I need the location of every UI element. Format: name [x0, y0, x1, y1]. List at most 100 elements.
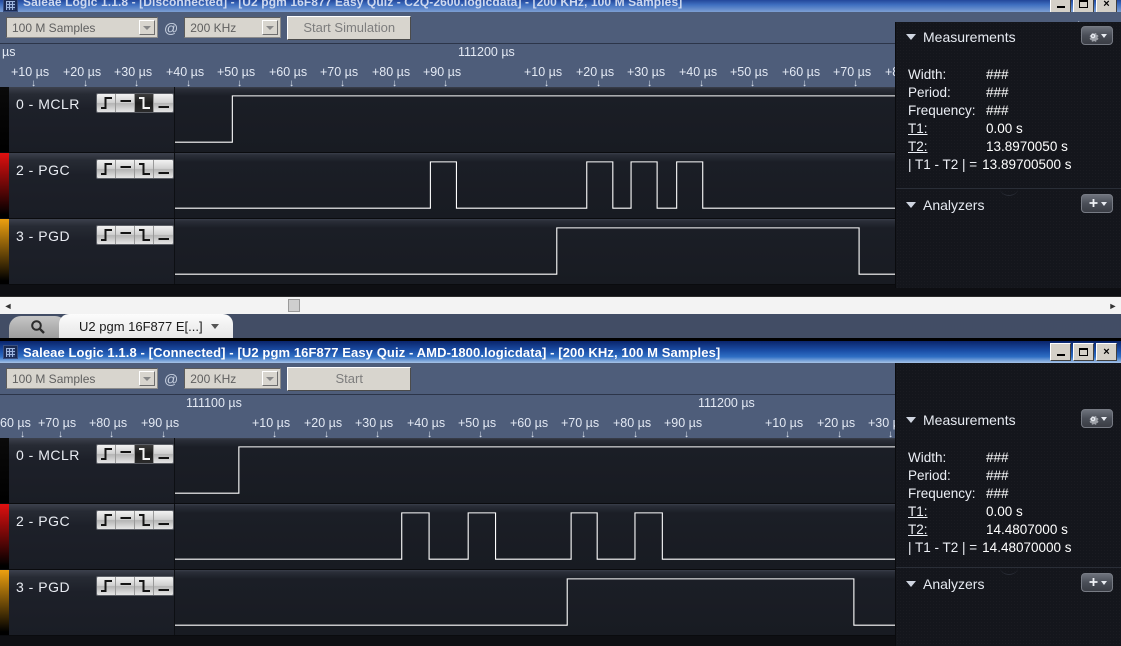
- chevron-down-icon[interactable]: [262, 20, 279, 35]
- trigger-rise-icon: [100, 163, 112, 175]
- window1-horizontal-scrollbar[interactable]: ◄ ►: [0, 296, 1121, 314]
- window1-titlebar[interactable]: Saleae Logic 1.1.8 - [Disconnected] - [U…: [0, 0, 1121, 13]
- analyzers-title: Analyzers: [923, 576, 985, 592]
- trigger-high-button[interactable]: [116, 445, 135, 463]
- ruler-tick-icon: ↓: [392, 78, 397, 87]
- chevron-down-icon[interactable]: [210, 323, 219, 329]
- measurements-header[interactable]: Measurements: [896, 22, 1121, 52]
- analyzers-header[interactable]: Analyzers: [896, 569, 1121, 599]
- window2-titlebar[interactable]: Saleae Logic 1.1.8 - [Connected] - [U2 p…: [0, 341, 1121, 363]
- measurements-settings-button[interactable]: [1081, 409, 1113, 428]
- start-button[interactable]: Start: [287, 366, 412, 391]
- channel-label-box[interactable]: 2 - PGC: [0, 504, 175, 569]
- trigger-rise-button[interactable]: [97, 577, 116, 595]
- ruler-minor-label: +30 µs: [114, 65, 153, 79]
- trigger-rise-button[interactable]: [97, 226, 116, 244]
- measurements-settings-button[interactable]: [1081, 26, 1113, 45]
- trigger-fall-button[interactable]: [135, 94, 154, 112]
- chevron-down-icon[interactable]: [262, 371, 279, 386]
- ruler-tick-icon: ↓: [109, 429, 114, 438]
- ruler-tick-icon: ↓: [596, 78, 601, 87]
- measurement-key: Width:: [908, 450, 947, 465]
- capture-tab[interactable]: U2 pgm 16F877 E[...]: [59, 314, 233, 338]
- sample-count-dropdown[interactable]: 100 M Samples: [6, 17, 158, 38]
- collapse-triangle-icon[interactable]: [906, 417, 916, 423]
- trigger-fall-button[interactable]: [135, 511, 154, 529]
- sample-rate-dropdown[interactable]: 200 KHz: [184, 17, 282, 38]
- scroll-left-arrow-icon[interactable]: ◄: [0, 298, 16, 314]
- measurement-row: Frequency: ###: [908, 102, 1121, 120]
- scroll-right-arrow-icon[interactable]: ►: [1105, 298, 1121, 314]
- analyzers-title: Analyzers: [923, 197, 985, 213]
- trigger-fall-icon: [138, 97, 150, 109]
- trigger-button-group[interactable]: [96, 225, 174, 245]
- chevron-down-icon[interactable]: [139, 371, 155, 386]
- channel-label-box[interactable]: 0 - MCLR: [0, 438, 175, 503]
- trigger-high-button[interactable]: [116, 226, 135, 244]
- sample-count-dropdown[interactable]: 100 M Samples: [6, 368, 158, 389]
- chevron-down-icon[interactable]: [139, 20, 155, 35]
- channel-label-box[interactable]: 2 - PGC: [0, 153, 175, 218]
- trigger-high-button[interactable]: [116, 511, 135, 529]
- collapse-triangle-icon[interactable]: [906, 581, 916, 587]
- channel-label-box[interactable]: 3 - PGD: [0, 570, 175, 635]
- sample-rate-dropdown[interactable]: 200 KHz: [184, 368, 282, 389]
- trigger-button-group[interactable]: [96, 93, 174, 113]
- trigger-fall-button[interactable]: [135, 226, 154, 244]
- collapse-triangle-icon[interactable]: [906, 34, 916, 40]
- trigger-button-group[interactable]: [96, 510, 174, 530]
- trigger-rise-button[interactable]: [97, 94, 116, 112]
- trigger-high-icon: [120, 166, 131, 168]
- collapse-triangle-icon[interactable]: [906, 202, 916, 208]
- add-analyzer-button[interactable]: [1081, 194, 1113, 213]
- trigger-rise-button[interactable]: [97, 445, 116, 463]
- trigger-rise-button[interactable]: [97, 160, 116, 178]
- measurement-key: T2:: [908, 522, 928, 537]
- channel-label-box[interactable]: 3 - PGD: [0, 219, 175, 284]
- start-simulation-button[interactable]: Start Simulation: [287, 15, 412, 40]
- measurement-row: Width: ###: [908, 449, 1072, 467]
- trigger-fall-button[interactable]: [135, 445, 154, 463]
- trigger-low-button[interactable]: [154, 160, 173, 178]
- trigger-low-button[interactable]: [154, 94, 173, 112]
- ruler-minor-label: +10 µs: [765, 416, 804, 430]
- trigger-low-button[interactable]: [154, 226, 173, 244]
- ruler-minor-label: +40 µs: [679, 65, 718, 79]
- trigger-high-button[interactable]: [116, 160, 135, 178]
- trigger-high-button[interactable]: [116, 94, 135, 112]
- minimize-button[interactable]: [1050, 343, 1071, 361]
- ruler-minor-label: +90 µs: [141, 416, 180, 430]
- ruler-minor-label: +70 µs: [38, 416, 77, 430]
- trigger-fall-button[interactable]: [135, 160, 154, 178]
- trigger-rise-button[interactable]: [97, 511, 116, 529]
- analyzers-header[interactable]: Analyzers: [896, 190, 1121, 220]
- measurement-key: Frequency:: [908, 103, 976, 118]
- trigger-button-group[interactable]: [96, 159, 174, 179]
- measurement-value: 0.00 s: [986, 121, 1023, 136]
- trigger-high-icon: [120, 232, 131, 234]
- ruler-tick-icon: ↓: [289, 78, 294, 87]
- channel-label-box[interactable]: 0 - MCLR: [0, 87, 175, 152]
- search-icon: [31, 320, 45, 334]
- trigger-low-button[interactable]: [154, 511, 173, 529]
- chevron-down-icon: [1101, 416, 1107, 421]
- trigger-fall-button[interactable]: [135, 577, 154, 595]
- maximize-button[interactable]: [1073, 343, 1094, 361]
- add-analyzer-button[interactable]: [1081, 573, 1113, 592]
- trigger-low-button[interactable]: [154, 445, 173, 463]
- ruler-tick-icon: ↓: [134, 78, 139, 87]
- trigger-button-group[interactable]: [96, 444, 174, 464]
- close-button[interactable]: ×: [1096, 343, 1117, 361]
- trigger-button-group[interactable]: [96, 576, 174, 596]
- channel-name: 2 - PGC: [16, 162, 71, 178]
- trigger-high-button[interactable]: [116, 577, 135, 595]
- trigger-low-button[interactable]: [154, 577, 173, 595]
- channel-name: 3 - PGD: [16, 579, 71, 595]
- trigger-low-icon: [158, 457, 169, 459]
- measurement-value: 13.8970050 s: [986, 139, 1068, 154]
- measurement-value: ###: [986, 85, 1009, 100]
- gear-icon: [1089, 32, 1099, 42]
- measurements-header[interactable]: Measurements: [896, 405, 1121, 435]
- scrollbar-thumb[interactable]: [288, 299, 300, 312]
- ruler-minor-label: +60 µs: [269, 65, 308, 79]
